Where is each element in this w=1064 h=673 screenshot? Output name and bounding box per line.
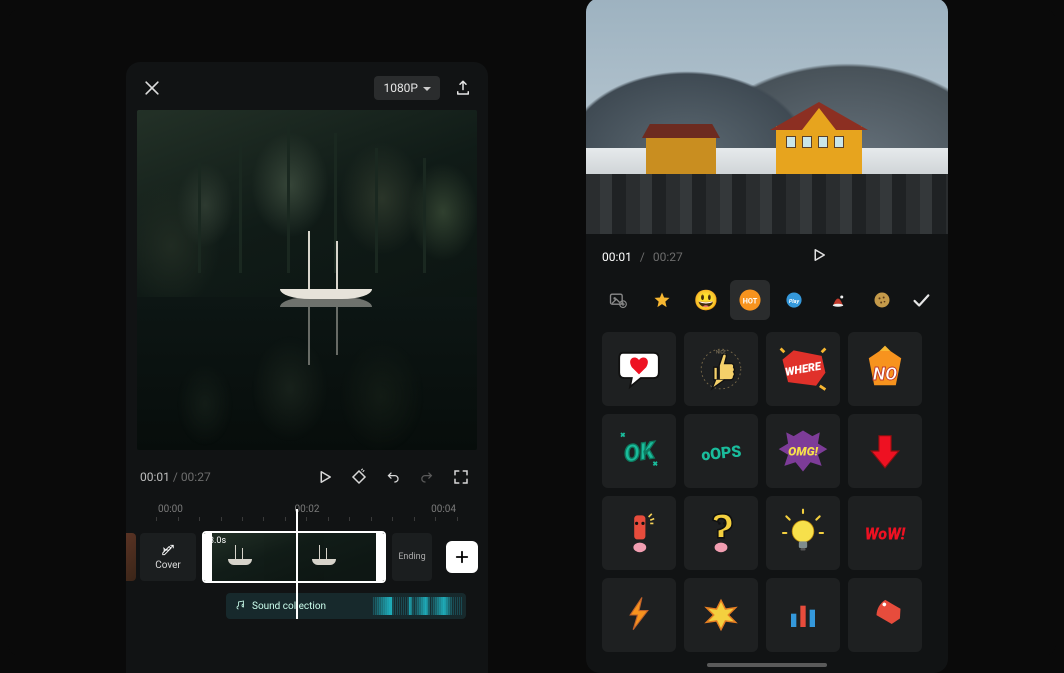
sticker-heart-speech[interactable]	[602, 332, 676, 406]
resolution-selector[interactable]: 1080P	[374, 76, 440, 100]
audio-track[interactable]: Sound collection	[226, 593, 466, 619]
ending-label: Ending	[398, 552, 425, 562]
svg-text:oOPS: oOPS	[700, 441, 742, 464]
export-icon[interactable]	[454, 79, 472, 97]
cover-button[interactable]: Cover	[140, 533, 196, 581]
sticker-ok[interactable]: OK	[602, 414, 676, 488]
timecode: 00:01 / 00:27	[140, 470, 211, 484]
clip-duration: 3.0s	[209, 536, 226, 546]
duration: 00:27	[653, 250, 683, 264]
editor-header: 1080P	[126, 62, 488, 110]
duration: 00:27	[181, 470, 211, 484]
timeline[interactable]: lip Cover 3.0s Ending	[126, 531, 488, 583]
sticker-lightbulb[interactable]	[766, 496, 840, 570]
ending-tile[interactable]: Ending	[392, 533, 432, 581]
sticker-nice-thumb[interactable]: NICE	[684, 332, 758, 406]
sticker-bolt[interactable]	[602, 578, 676, 652]
transport-bar: 00:01 / 00:27	[126, 450, 488, 500]
close-icon[interactable]	[142, 78, 162, 98]
clip-trim-right[interactable]	[376, 533, 386, 581]
playhead[interactable]	[296, 509, 298, 619]
sticker-bars[interactable]	[766, 578, 840, 652]
sticker-where[interactable]: WHERE	[766, 332, 840, 406]
sticker-burst[interactable]	[684, 578, 758, 652]
video-preview[interactable]	[137, 110, 477, 450]
ruler-mark: 00:04	[431, 504, 456, 515]
confirm-button[interactable]	[906, 289, 936, 311]
category-image-add[interactable]	[598, 280, 638, 320]
sticker-categories: 😃 HOT Play	[586, 280, 948, 320]
sticker-wow[interactable]: WoW!	[848, 496, 922, 570]
sticker-panel: 00:01 / 00:27 😃 HOT Play	[586, 0, 948, 673]
category-smile[interactable]: 😃	[686, 280, 726, 320]
category-santa[interactable]	[818, 280, 858, 320]
video-editor-panel: 1080P	[126, 62, 488, 673]
sticker-question-yellow[interactable]	[684, 496, 758, 570]
audio-label: Sound collection	[252, 601, 326, 612]
waveform	[372, 597, 462, 615]
undo-button[interactable]	[380, 464, 406, 490]
resolution-label: 1080P	[383, 81, 418, 95]
category-star[interactable]	[642, 280, 682, 320]
sticker-tag[interactable]	[848, 578, 922, 652]
category-hot[interactable]: HOT	[730, 280, 770, 320]
redo-button	[414, 464, 440, 490]
svg-text:OK: OK	[622, 436, 658, 468]
video-clip[interactable]: 3.0s	[202, 531, 386, 583]
sticker-omg[interactable]: OMG!	[766, 414, 840, 488]
svg-text:NO: NO	[873, 364, 897, 385]
play-button[interactable]	[810, 246, 832, 268]
svg-text:HOT: HOT	[743, 296, 758, 305]
keyframe-button[interactable]	[346, 464, 372, 490]
music-note-icon	[234, 600, 246, 612]
ruler-mark: 00:00	[158, 504, 183, 515]
prev-clip[interactable]: lip	[126, 533, 136, 581]
category-play[interactable]: Play	[774, 280, 814, 320]
sticker-arrow-down[interactable]	[848, 414, 922, 488]
current-time: 00:01	[602, 250, 632, 264]
svg-text:OMG!: OMG!	[788, 445, 818, 459]
sticker-transport: 00:01 / 00:27	[586, 234, 948, 280]
sticker-no[interactable]: NO	[848, 332, 922, 406]
category-cookie[interactable]	[862, 280, 902, 320]
sticker-grid: NICE WHERE NO	[586, 320, 948, 656]
sticker-exclaim-red[interactable]	[602, 496, 676, 570]
ruler-mark: 00:02	[295, 504, 320, 515]
chevron-down-icon	[423, 87, 431, 91]
sticker-oops[interactable]: oOPS	[684, 414, 758, 488]
add-clip-button[interactable]	[446, 541, 478, 573]
cover-label: Cover	[155, 560, 181, 571]
svg-text:WoW!: WoW!	[865, 524, 906, 543]
play-button[interactable]	[312, 464, 338, 490]
home-indicator	[707, 663, 827, 667]
fullscreen-button[interactable]	[448, 464, 474, 490]
sticker-preview[interactable]	[586, 0, 948, 234]
timeline-ruler: 00:00 00:02 00:04	[126, 504, 488, 515]
current-time: 00:01	[140, 470, 170, 484]
svg-text:Play: Play	[789, 299, 800, 305]
